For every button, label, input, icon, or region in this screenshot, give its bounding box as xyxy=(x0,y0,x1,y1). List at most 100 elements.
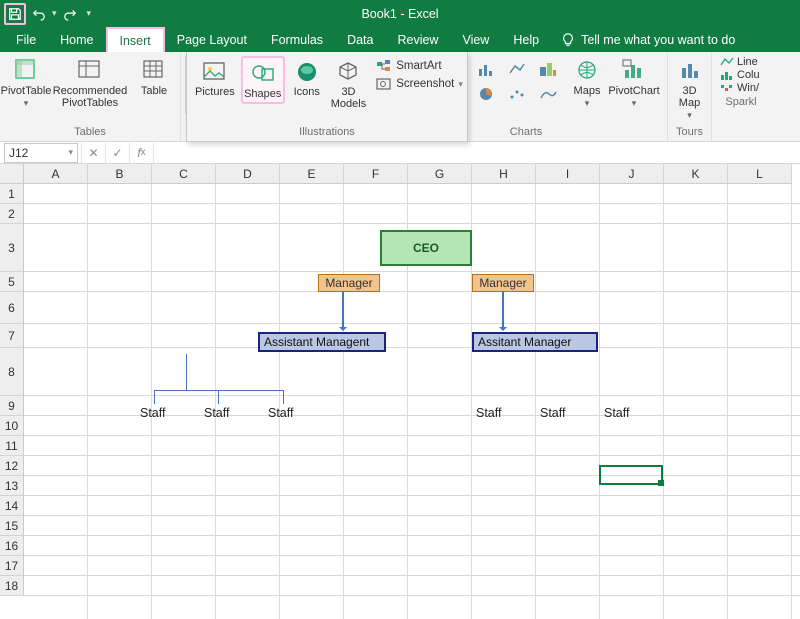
row-header-17[interactable]: 17 xyxy=(0,556,24,576)
pivot-table-button[interactable]: PivotTable xyxy=(6,55,46,111)
row-header-16[interactable]: 16 xyxy=(0,536,24,556)
row-header-14[interactable]: 14 xyxy=(0,496,24,516)
screenshot-icon xyxy=(376,77,392,91)
connector-5[interactable] xyxy=(154,390,155,404)
screenshot-button[interactable]: Screenshot ▾ xyxy=(376,77,463,91)
sparkline-line-button[interactable]: Line xyxy=(720,56,764,68)
sparkline-column-button[interactable]: Colu xyxy=(720,69,764,81)
tab-data[interactable]: Data xyxy=(335,27,385,52)
shape-manager-2[interactable]: Manager xyxy=(472,274,534,292)
column-header-L[interactable]: L xyxy=(728,164,792,184)
ribbon-tabs: File Home Insert Page Layout Formulas Da… xyxy=(0,27,800,52)
undo-button[interactable] xyxy=(28,3,50,25)
tell-me[interactable]: Tell me what you want to do xyxy=(551,27,745,52)
column-header-G[interactable]: G xyxy=(408,164,472,184)
column-header-C[interactable]: C xyxy=(152,164,216,184)
chart-surface-button[interactable] xyxy=(533,82,563,106)
tab-page-layout[interactable]: Page Layout xyxy=(165,27,259,52)
cancel-formula-button[interactable]: ✕ xyxy=(81,143,105,163)
row-header-10[interactable]: 10 xyxy=(0,416,24,436)
connector-3[interactable] xyxy=(186,354,187,390)
shape-manager-1[interactable]: Manager xyxy=(318,274,380,292)
maps-button[interactable]: Maps xyxy=(569,55,605,111)
qat-customize-icon[interactable]: ▾ xyxy=(87,8,92,19)
tab-help[interactable]: Help xyxy=(501,27,551,52)
row-header-11[interactable]: 11 xyxy=(0,436,24,456)
column-header-J[interactable]: J xyxy=(600,164,664,184)
row-header-18[interactable]: 18 xyxy=(0,576,24,596)
select-all-corner[interactable] xyxy=(0,164,24,184)
shapes-button[interactable]: Shapes xyxy=(241,56,285,104)
chart-line-button[interactable] xyxy=(502,57,532,81)
staff-6[interactable]: Staff xyxy=(604,406,629,420)
column-header-I[interactable]: I xyxy=(536,164,600,184)
document-title: Book1 - Excel xyxy=(361,7,438,21)
shape-assistant-manager-1[interactable]: Assistant Managent xyxy=(258,332,386,352)
row-header-7[interactable]: 7 xyxy=(0,324,24,348)
insert-function-button[interactable]: fx xyxy=(129,143,153,163)
3d-map-button[interactable]: 3D Map xyxy=(671,55,709,123)
staff-1[interactable]: Staff xyxy=(140,406,165,420)
column-header-K[interactable]: K xyxy=(664,164,728,184)
chart-scatter-button[interactable] xyxy=(502,82,532,106)
chart-pie-button[interactable] xyxy=(471,82,501,106)
recommended-pivottables-button[interactable]: Recommended PivotTables xyxy=(48,55,132,111)
chart-column-button[interactable] xyxy=(471,57,501,81)
shape-ceo[interactable]: CEO xyxy=(380,230,472,266)
row-header-6[interactable]: 6 xyxy=(0,292,24,324)
row-header-5[interactable]: 5 xyxy=(0,272,24,292)
staff-5[interactable]: Staff xyxy=(540,406,565,420)
pivotchart-icon xyxy=(622,59,646,81)
maps-icon xyxy=(576,59,598,81)
group-tours-label: Tours xyxy=(674,124,705,141)
undo-caret-icon[interactable]: ▾ xyxy=(52,8,57,19)
connector-1[interactable] xyxy=(342,292,344,330)
table-icon xyxy=(142,58,166,82)
worksheet[interactable]: ABCDEFGHIJKL 12356789101112131415161718 … xyxy=(0,164,800,619)
connector-7[interactable] xyxy=(283,390,284,404)
cells-area[interactable]: CEO Manager Manager Assistant Managent A… xyxy=(24,184,800,619)
row-header-3[interactable]: 3 xyxy=(0,224,24,272)
column-header-F[interactable]: F xyxy=(344,164,408,184)
save-button[interactable] xyxy=(4,3,26,25)
connector-2[interactable] xyxy=(502,292,504,330)
staff-4[interactable]: Staff xyxy=(476,406,501,420)
tab-review[interactable]: Review xyxy=(385,27,450,52)
undo-icon xyxy=(32,7,46,21)
chart-hierarchy-button[interactable] xyxy=(533,57,563,81)
formula-input[interactable] xyxy=(153,143,800,163)
enter-formula-button[interactable]: ✓ xyxy=(105,143,129,163)
tab-home[interactable]: Home xyxy=(48,27,105,52)
sparkline-winloss-button[interactable]: Win/ xyxy=(720,82,764,94)
icons-button[interactable]: Icons xyxy=(289,56,325,100)
column-header-E[interactable]: E xyxy=(280,164,344,184)
connector-6[interactable] xyxy=(218,390,219,404)
tab-file[interactable]: File xyxy=(4,27,48,52)
row-header-1[interactable]: 1 xyxy=(0,184,24,204)
table-button[interactable]: Table xyxy=(134,55,174,99)
column-header-B[interactable]: B xyxy=(88,164,152,184)
row-header-15[interactable]: 15 xyxy=(0,516,24,536)
connector-4[interactable] xyxy=(154,390,284,391)
staff-3[interactable]: Staff xyxy=(268,406,293,420)
column-header-D[interactable]: D xyxy=(216,164,280,184)
row-header-2[interactable]: 2 xyxy=(0,204,24,224)
tab-insert[interactable]: Insert xyxy=(106,27,165,52)
smartart-button[interactable]: SmartArt xyxy=(376,59,463,73)
column-header-A[interactable]: A xyxy=(24,164,88,184)
row-header-12[interactable]: 12 xyxy=(0,456,24,476)
3d-models-button[interactable]: 3D Models xyxy=(329,56,368,112)
name-box[interactable]: J12 xyxy=(4,143,78,163)
pictures-button[interactable]: Pictures xyxy=(193,56,237,100)
tab-formulas[interactable]: Formulas xyxy=(259,27,335,52)
shape-assistant-manager-2[interactable]: Assitant Manager xyxy=(472,332,598,352)
staff-2[interactable]: Staff xyxy=(204,406,229,420)
row-header-13[interactable]: 13 xyxy=(0,476,24,496)
pivotchart-button[interactable]: PivotChart xyxy=(607,55,661,111)
redo-button[interactable] xyxy=(59,3,81,25)
tab-view[interactable]: View xyxy=(450,27,501,52)
column-header-H[interactable]: H xyxy=(472,164,536,184)
row-header-8[interactable]: 8 xyxy=(0,348,24,396)
ribbon: PivotTable Recommended PivotTables Table… xyxy=(0,52,800,142)
row-header-9[interactable]: 9 xyxy=(0,396,24,416)
